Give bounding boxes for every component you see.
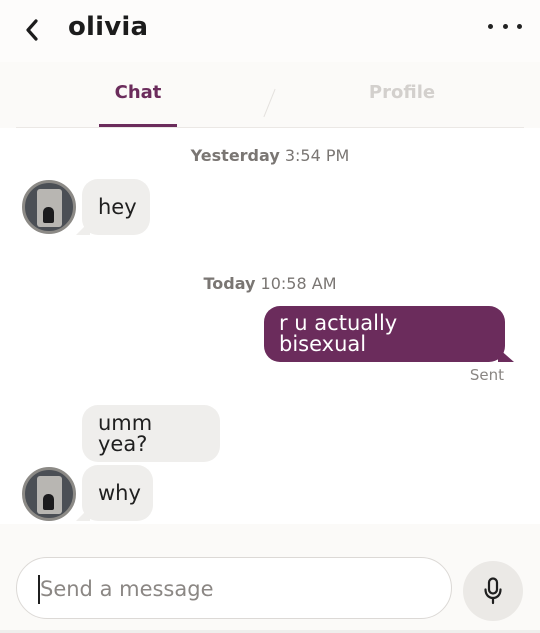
- tab-bar-border: [16, 127, 524, 128]
- timestamp: Yesterday 3:54 PM: [190, 146, 350, 165]
- microphone-icon: [484, 577, 502, 605]
- incoming-message[interactable]: umm yea?: [82, 405, 220, 462]
- tab-bar: Chat Profile: [0, 62, 540, 128]
- more-options-button[interactable]: [488, 14, 522, 38]
- avatar[interactable]: [22, 180, 76, 234]
- tab-profile[interactable]: Profile: [360, 82, 444, 103]
- back-button[interactable]: [18, 14, 46, 46]
- timestamp: Today 10:58 AM: [203, 274, 337, 293]
- outgoing-message[interactable]: r u actually bisexual: [264, 306, 505, 362]
- more-horizontal-icon: [488, 23, 493, 29]
- message-input[interactable]: [40, 570, 440, 608]
- incoming-message[interactable]: why: [82, 465, 153, 521]
- incoming-message[interactable]: hey: [82, 179, 150, 235]
- contact-name: olivia: [68, 12, 149, 42]
- chevron-left-icon: [26, 19, 38, 41]
- avatar[interactable]: [22, 467, 76, 521]
- tab-chat[interactable]: Chat: [100, 82, 176, 103]
- microphone-button[interactable]: [463, 561, 523, 621]
- chat-header: olivia: [0, 0, 540, 62]
- message-status: Sent: [469, 366, 504, 384]
